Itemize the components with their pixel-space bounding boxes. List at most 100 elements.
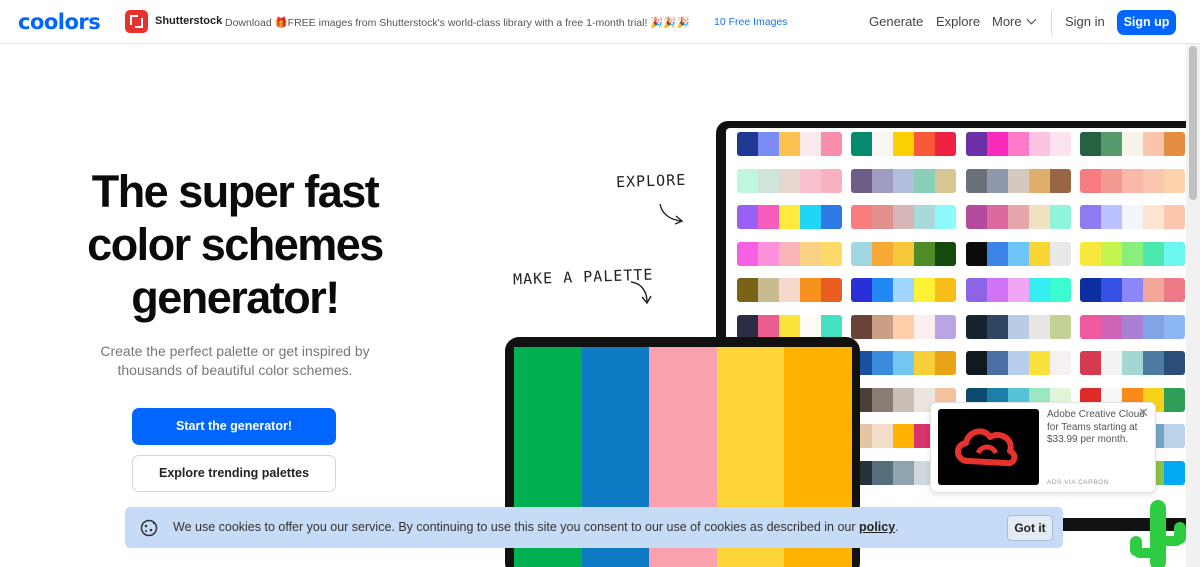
color-swatch: [1101, 278, 1122, 302]
hero-title-line: The super fast: [91, 166, 380, 217]
close-icon[interactable]: ✕: [1138, 405, 1149, 421]
palette-swatch-strip: [966, 132, 1071, 156]
color-swatch: [821, 168, 842, 193]
arrow-icon: [659, 203, 684, 225]
color-swatch: [1008, 314, 1029, 339]
nav-more[interactable]: More: [992, 14, 1037, 29]
color-swatch: [851, 132, 872, 156]
coolors-logo[interactable]: coolors: [18, 10, 101, 34]
palette-swatch-strip: [851, 314, 956, 339]
color-swatch: [935, 205, 956, 229]
color-swatch: [914, 132, 935, 156]
color-swatch: [737, 132, 758, 156]
palette-swatch-strip: [1080, 278, 1185, 302]
color-swatch: [1080, 241, 1101, 266]
hero-subtitle-line: Create the perfect palette or get inspir…: [100, 343, 370, 359]
color-swatch: [1008, 278, 1029, 302]
color-swatch: [1122, 168, 1143, 193]
cactus-icon: [1130, 500, 1186, 567]
color-swatch: [1164, 351, 1185, 375]
color-swatch: [893, 387, 914, 412]
color-swatch: [1122, 132, 1143, 156]
color-swatch: [935, 314, 956, 339]
color-swatch: [893, 241, 914, 266]
color-swatch: [966, 278, 987, 302]
ads-via-carbon[interactable]: ADS VIA CARBON: [1047, 479, 1109, 486]
color-swatch: [800, 278, 821, 302]
color-swatch: [737, 168, 758, 193]
color-swatch: [1122, 314, 1143, 339]
color-swatch: [987, 351, 1008, 375]
explore-trending-button[interactable]: Explore trending palettes: [132, 455, 336, 492]
shutterstock-logo-icon[interactable]: [125, 10, 148, 33]
color-swatch: [821, 278, 842, 302]
ad-text[interactable]: Download 🎁FREE images from Shutterstock'…: [225, 16, 690, 29]
hero-subtitle: Create the perfect palette or get inspir…: [60, 342, 410, 380]
ad-link[interactable]: 10 Free Images: [714, 16, 788, 28]
color-swatch: [1101, 351, 1122, 375]
color-swatch: [758, 278, 779, 302]
signup-button[interactable]: Sign up: [1117, 10, 1176, 35]
color-swatch: [914, 168, 935, 193]
signin-link[interactable]: Sign in: [1065, 14, 1105, 29]
start-generator-button[interactable]: Start the generator!: [132, 408, 336, 445]
color-swatch: [800, 205, 821, 229]
color-swatch: [1164, 424, 1185, 448]
palette-swatch-strip: [1080, 351, 1185, 375]
color-swatch: [914, 351, 935, 375]
nav-generate[interactable]: Generate: [869, 14, 923, 29]
color-swatch: [935, 351, 956, 375]
color-swatch: [1080, 168, 1101, 193]
adobe-ad-image[interactable]: [938, 409, 1039, 485]
color-swatch: [779, 278, 800, 302]
palette-swatch-strip: [966, 241, 1071, 266]
color-swatch: [914, 241, 935, 266]
color-swatch: [935, 168, 956, 193]
color-swatch: [914, 314, 935, 339]
color-swatch: [872, 314, 893, 339]
color-swatch: [1143, 351, 1164, 375]
palette-swatch-strip: [1080, 241, 1185, 266]
chevron-down-icon: [1026, 14, 1037, 25]
color-swatch: [1122, 205, 1143, 229]
color-swatch: [800, 168, 821, 193]
scrollbar-thumb[interactable]: [1189, 46, 1197, 200]
policy-link[interactable]: policy: [859, 520, 895, 534]
color-swatch: [1080, 132, 1101, 156]
color-swatch: [1122, 278, 1143, 302]
color-swatch: [872, 424, 893, 448]
creative-cloud-icon: [955, 428, 1018, 467]
nav-explore[interactable]: Explore: [936, 14, 980, 29]
palette-swatch-strip: [737, 132, 842, 156]
palette-swatch-strip: [737, 168, 842, 193]
nav-more-label: More: [992, 14, 1022, 29]
color-swatch: [1101, 132, 1122, 156]
color-swatch: [1008, 132, 1029, 156]
color-swatch: [779, 314, 800, 339]
color-swatch: [872, 460, 893, 485]
color-swatch: [1029, 351, 1050, 375]
color-swatch: [987, 314, 1008, 339]
color-swatch: [1029, 241, 1050, 266]
got-it-button[interactable]: Got it: [1007, 515, 1053, 541]
color-swatch: [779, 205, 800, 229]
ad-copy[interactable]: Adobe Creative Cloud for Teams starting …: [1047, 409, 1147, 447]
color-swatch: [893, 314, 914, 339]
color-swatch: [758, 314, 779, 339]
color-swatch: [872, 132, 893, 156]
hero-title: The super fast color schemes generator!: [40, 165, 430, 324]
color-swatch: [966, 168, 987, 193]
palette-swatch-strip: [966, 314, 1071, 339]
palette-swatch-strip: [851, 132, 956, 156]
color-swatch: [779, 241, 800, 266]
color-swatch: [1008, 205, 1029, 229]
color-swatch: [851, 168, 872, 193]
color-swatch: [872, 168, 893, 193]
ad-brand[interactable]: Shutterstock: [155, 15, 222, 27]
color-swatch: [1050, 241, 1071, 266]
color-swatch: [966, 351, 987, 375]
color-swatch: [1143, 314, 1164, 339]
color-swatch: [821, 205, 842, 229]
color-swatch: [1080, 314, 1101, 339]
carbon-ad[interactable]: Adobe Creative Cloud for Teams starting …: [930, 402, 1156, 493]
